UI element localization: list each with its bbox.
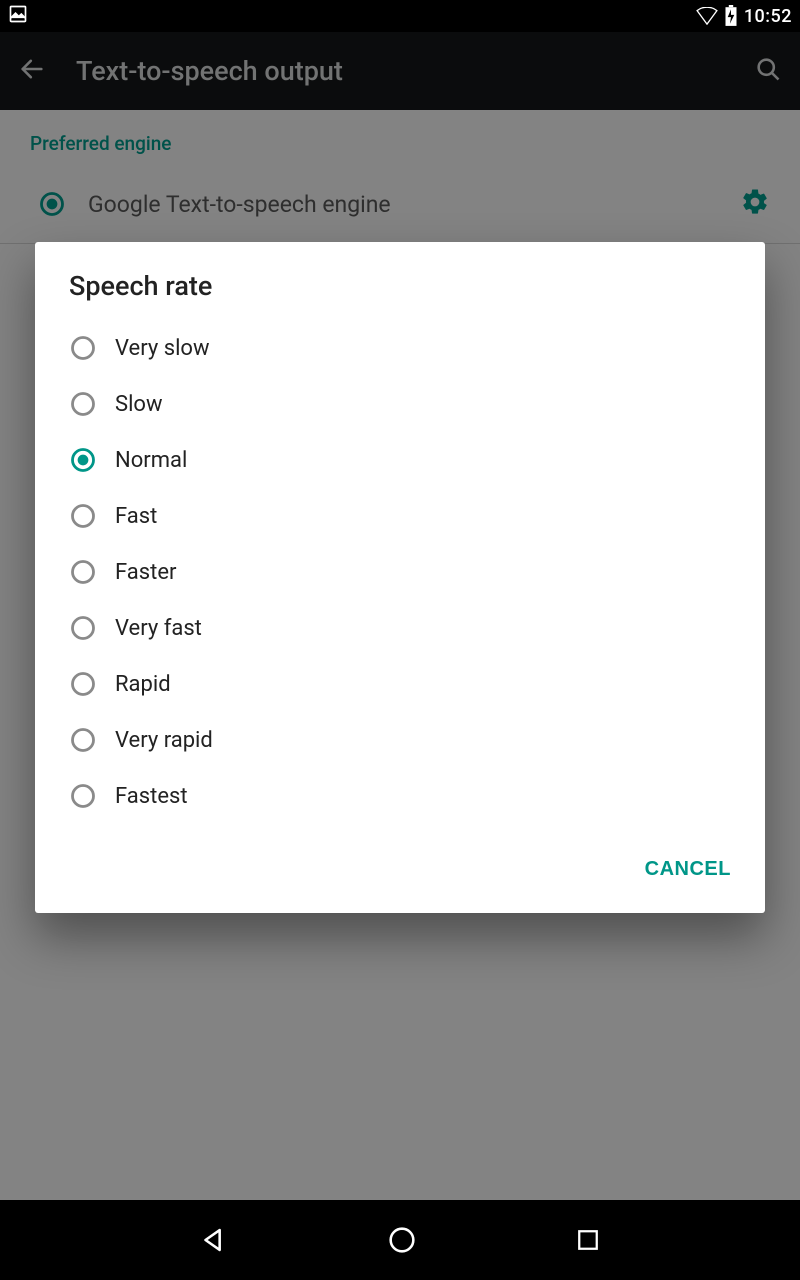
radio-selected-icon — [69, 446, 97, 474]
speech-rate-option[interactable]: Very rapid — [35, 712, 765, 768]
option-label: Normal — [115, 448, 187, 473]
speech-rate-dialog: Speech rate Very slow Slow Normal Fast Faste… — [35, 242, 765, 913]
speech-rate-option[interactable]: Faster — [35, 544, 765, 600]
option-label: Faster — [115, 560, 176, 585]
cancel-button[interactable]: CANCEL — [633, 848, 743, 891]
speech-rate-option[interactable]: Very fast — [35, 600, 765, 656]
option-label: Very slow — [115, 336, 210, 361]
radio-unselected-icon — [69, 670, 97, 698]
radio-unselected-icon — [69, 390, 97, 418]
radio-unselected-icon — [69, 726, 97, 754]
battery-charging-icon — [724, 5, 738, 27]
speech-rate-option[interactable]: Fast — [35, 488, 765, 544]
radio-unselected-icon — [69, 502, 97, 530]
option-label: Very fast — [115, 616, 202, 641]
wifi-icon — [696, 7, 718, 25]
radio-unselected-icon — [69, 558, 97, 586]
nav-back-icon[interactable] — [197, 1223, 231, 1257]
speech-rate-option[interactable]: Fastest — [35, 768, 765, 824]
speech-rate-option[interactable]: Slow — [35, 376, 765, 432]
status-clock: 10:52 — [744, 6, 792, 27]
picture-icon — [8, 4, 28, 29]
nav-recent-icon[interactable] — [573, 1225, 603, 1255]
option-label: Fast — [115, 504, 157, 529]
option-label: Slow — [115, 392, 163, 417]
speech-rate-option[interactable]: Rapid — [35, 656, 765, 712]
option-label: Rapid — [115, 672, 171, 697]
navigation-bar — [0, 1200, 800, 1280]
radio-unselected-icon — [69, 334, 97, 362]
option-label: Very rapid — [115, 728, 213, 753]
speech-rate-option[interactable]: Very slow — [35, 320, 765, 376]
radio-unselected-icon — [69, 614, 97, 642]
option-label: Fastest — [115, 784, 188, 809]
nav-home-icon[interactable] — [385, 1223, 419, 1257]
radio-unselected-icon — [69, 782, 97, 810]
speech-rate-option[interactable]: Normal — [35, 432, 765, 488]
status-bar: 10:52 — [0, 0, 800, 32]
dialog-title: Speech rate — [35, 242, 765, 314]
